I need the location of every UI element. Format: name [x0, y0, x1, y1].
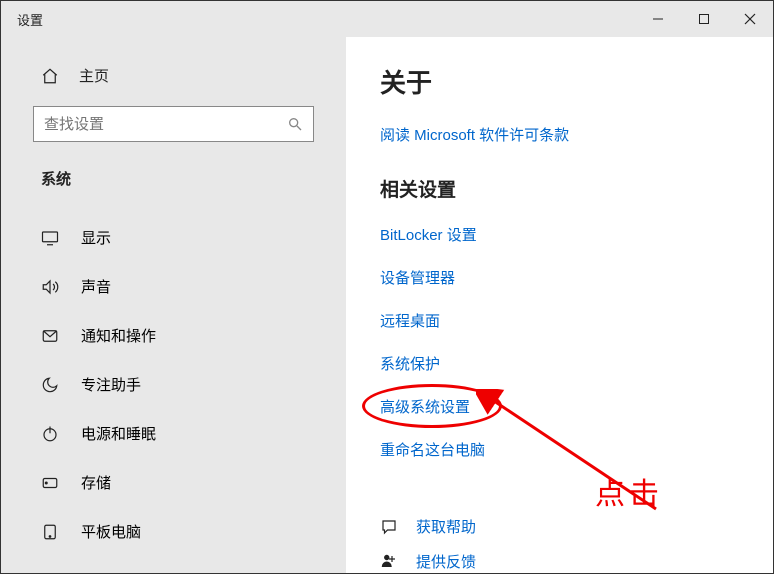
sidebar-section-label: 系统 [1, 150, 346, 197]
window-controls [635, 1, 773, 37]
link-remote-desktop[interactable]: 远程桌面 [380, 310, 739, 331]
nav-list: 显示 声音 通知和操作 专注助手 电源和睡眠 [1, 213, 346, 556]
link-device-manager[interactable]: 设备管理器 [380, 267, 739, 288]
feedback-link[interactable]: 提供反馈 [380, 551, 739, 572]
feedback-label: 提供反馈 [416, 551, 476, 572]
get-help-link[interactable]: 获取帮助 [380, 516, 739, 537]
link-advanced-system-settings[interactable]: 高级系统设置 [380, 396, 470, 417]
home-label: 主页 [79, 65, 109, 86]
sidebar-item-notifications[interactable]: 通知和操作 [1, 311, 346, 360]
maximize-button[interactable] [681, 1, 727, 37]
settings-window: 设置 主页 系统 [0, 0, 774, 574]
notification-icon [41, 327, 59, 345]
nav-label: 显示 [81, 227, 111, 248]
moon-icon [41, 376, 59, 394]
sidebar-item-power[interactable]: 电源和睡眠 [1, 409, 346, 458]
link-license[interactable]: 阅读 Microsoft 软件许可条款 [380, 124, 739, 145]
speaker-icon [41, 278, 59, 296]
storage-icon [41, 474, 59, 492]
highlighted-link-wrap: 高级系统设置 [380, 396, 470, 417]
nav-label: 平板电脑 [81, 521, 141, 542]
sidebar: 主页 系统 显示 声音 通知和操作 [1, 37, 346, 573]
sidebar-item-focus[interactable]: 专注助手 [1, 360, 346, 409]
window-title: 设置 [17, 10, 43, 29]
sidebar-item-display[interactable]: 显示 [1, 213, 346, 262]
main-panel: 关于 阅读 Microsoft 软件许可条款 相关设置 BitLocker 设置… [346, 37, 773, 573]
search-box[interactable] [33, 106, 314, 142]
sidebar-item-tablet[interactable]: 平板电脑 [1, 507, 346, 556]
maximize-icon [698, 13, 710, 25]
feedback-icon [380, 553, 398, 571]
search-icon [287, 116, 303, 132]
home-icon [41, 67, 59, 85]
nav-label: 专注助手 [81, 374, 141, 395]
nav-label: 通知和操作 [81, 325, 156, 346]
tablet-icon [41, 523, 59, 541]
sidebar-item-sound[interactable]: 声音 [1, 262, 346, 311]
link-bitlocker[interactable]: BitLocker 设置 [380, 224, 739, 245]
titlebar: 设置 [1, 1, 773, 37]
related-settings-heading: 相关设置 [380, 175, 739, 202]
nav-label: 存储 [81, 472, 111, 493]
search-input[interactable] [44, 116, 287, 133]
get-help-label: 获取帮助 [416, 516, 476, 537]
monitor-icon [41, 229, 59, 247]
power-icon [41, 425, 59, 443]
nav-label: 声音 [81, 276, 111, 297]
page-title: 关于 [380, 63, 739, 100]
close-button[interactable] [727, 1, 773, 37]
minimize-icon [652, 13, 664, 25]
link-system-protection[interactable]: 系统保护 [380, 353, 739, 374]
close-icon [744, 13, 756, 25]
sidebar-item-storage[interactable]: 存储 [1, 458, 346, 507]
minimize-button[interactable] [635, 1, 681, 37]
chat-icon [380, 518, 398, 536]
sidebar-home[interactable]: 主页 [1, 53, 346, 98]
link-rename-pc[interactable]: 重命名这台电脑 [380, 439, 739, 460]
window-content: 主页 系统 显示 声音 通知和操作 [1, 37, 773, 573]
nav-label: 电源和睡眠 [81, 423, 156, 444]
